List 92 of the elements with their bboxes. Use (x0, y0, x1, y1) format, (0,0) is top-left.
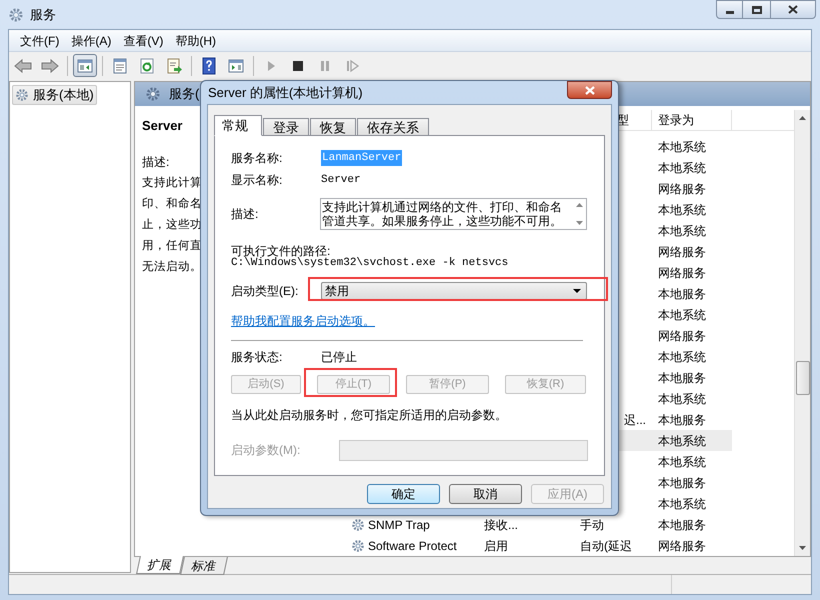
tab[interactable]: 扩展 (136, 556, 184, 574)
refresh-icon[interactable] (138, 56, 156, 74)
field-label: 可执行文件的路径: (231, 243, 330, 256)
table-cell: 本地服务 (658, 370, 706, 384)
tab[interactable]: 常规 (214, 115, 262, 136)
table-cell: 本地系统 (658, 308, 706, 322)
status-value: 已停止 (321, 349, 357, 366)
forward-arrow-icon[interactable] (41, 56, 59, 74)
panel-icon (76, 56, 94, 74)
table-cell: 本地服务 (658, 412, 706, 426)
path-text: C:\Windows\system32\svchost.exe -k netsvcs (231, 257, 510, 270)
export-icon[interactable] (165, 56, 183, 74)
gear-icon (15, 88, 29, 102)
field-label: 显示名称: (231, 172, 284, 189)
panel-icon[interactable] (227, 56, 245, 74)
scroll-down-icon[interactable] (576, 221, 582, 225)
panel-toggle-button[interactable] (73, 54, 97, 77)
table-cell: 本地系统 (658, 434, 706, 448)
scrollbar[interactable] (794, 110, 810, 556)
table-cell-text: 迟... (624, 412, 646, 428)
field-label: 服务名称: (231, 150, 284, 167)
document-icon[interactable] (111, 56, 129, 74)
table-cell-text: 自动(延迟 (580, 538, 632, 554)
menu-item[interactable]: 操作(A) (66, 32, 116, 50)
menu-item[interactable]: 帮助(H) (170, 32, 221, 50)
service-name: SNMP Trap (368, 516, 430, 534)
tab[interactable]: 恢复 (310, 118, 356, 136)
tab[interactable]: 依存关系 (357, 118, 429, 136)
startup-type-dropdown[interactable]: 禁用 (321, 282, 587, 300)
table-cell: 本地系统 (658, 454, 706, 468)
description-label: 描述: (142, 154, 170, 171)
back-arrow-icon[interactable] (14, 56, 32, 74)
tab[interactable]: 标准 (180, 557, 228, 575)
menu-item[interactable]: 查看(V) (118, 32, 168, 50)
window-title: 服务 (30, 6, 56, 24)
menu-item[interactable]: 文件(F) (15, 32, 64, 50)
dialog-button[interactable]: 确定 (367, 484, 440, 504)
field-label: 服务状态: (231, 349, 284, 366)
table-cell: 网络服务 (658, 182, 706, 196)
table-cell: 本地系统 (658, 224, 706, 238)
table-cell: 网络服务 (658, 328, 706, 342)
maximize-button[interactable] (743, 0, 770, 19)
description-text: 用，任何直 (142, 238, 202, 254)
field-value: Server (321, 172, 361, 188)
description-text: 支持此计算 (142, 176, 202, 191)
gear-icon (351, 518, 365, 532)
table-cell: 网络服务 (658, 538, 706, 552)
service-name: Software Protect (368, 538, 457, 554)
table-cell: 本地系统 (658, 202, 706, 216)
table-cell: 本地系统 (658, 140, 706, 154)
table-cell: 本地系统 (658, 392, 706, 406)
scrollbar-thumb[interactable] (796, 361, 810, 395)
table-cell: 本地服务 (658, 518, 706, 532)
scroll-down-icon[interactable] (799, 546, 806, 550)
description-text: 印、和命名 (142, 196, 202, 212)
table-cell: 网络服务 (658, 244, 706, 258)
tab[interactable]: 登录 (263, 118, 309, 136)
table-cell: 本地系统 (658, 496, 706, 510)
table-cell: 本地系统 (658, 350, 706, 364)
gear-icon (351, 538, 365, 552)
field-label: 启动类型(E): (231, 283, 300, 300)
scroll-up-icon[interactable] (576, 203, 582, 207)
dialog-title: Server 的属性(本地计算机) (208, 84, 363, 102)
description-text: 无法启动。 (142, 260, 202, 275)
gear-icon (145, 86, 161, 102)
dialog-button[interactable]: 取消 (449, 484, 522, 504)
tree-item[interactable]: 服务(本地) (12, 85, 97, 105)
caret-icon[interactable] (573, 289, 581, 293)
field-label: 描述: (231, 206, 260, 223)
service-name-value: LanmanServer (321, 150, 402, 166)
table-cell: 网络服务 (658, 266, 706, 280)
close-button[interactable] (567, 81, 612, 99)
help-icon[interactable] (200, 56, 218, 74)
hint-text: 当从此处启动服务时，您可指定所适用的启动参数。 (231, 406, 508, 420)
gear-icon (8, 6, 24, 22)
panel-title: 服务( (169, 85, 200, 104)
field-label: 启动参数(M): (231, 442, 302, 460)
table-cell: 接收... (484, 518, 518, 532)
close-button[interactable] (770, 0, 816, 19)
description-box[interactable]: 支持此计算机通过网络的文件、打印、和命名管道共享。如果服务停止，这些功能不可用。 (320, 198, 587, 230)
minimize-button[interactable] (716, 0, 743, 19)
table-cell-text: 手动 (580, 516, 604, 534)
scroll-up-icon[interactable] (799, 116, 806, 120)
close-icon (788, 5, 798, 14)
table-cell: 本地服务 (658, 476, 706, 490)
table-cell: 启用 (484, 538, 508, 552)
column-header[interactable]: 登录为 (658, 111, 694, 129)
help-link[interactable]: 帮助我配置服务启动选项。 (231, 312, 375, 330)
close-icon (584, 86, 594, 94)
table-cell: 本地系统 (658, 160, 706, 174)
service-title: Server (142, 117, 182, 134)
table-cell: 本地服务 (658, 286, 706, 300)
